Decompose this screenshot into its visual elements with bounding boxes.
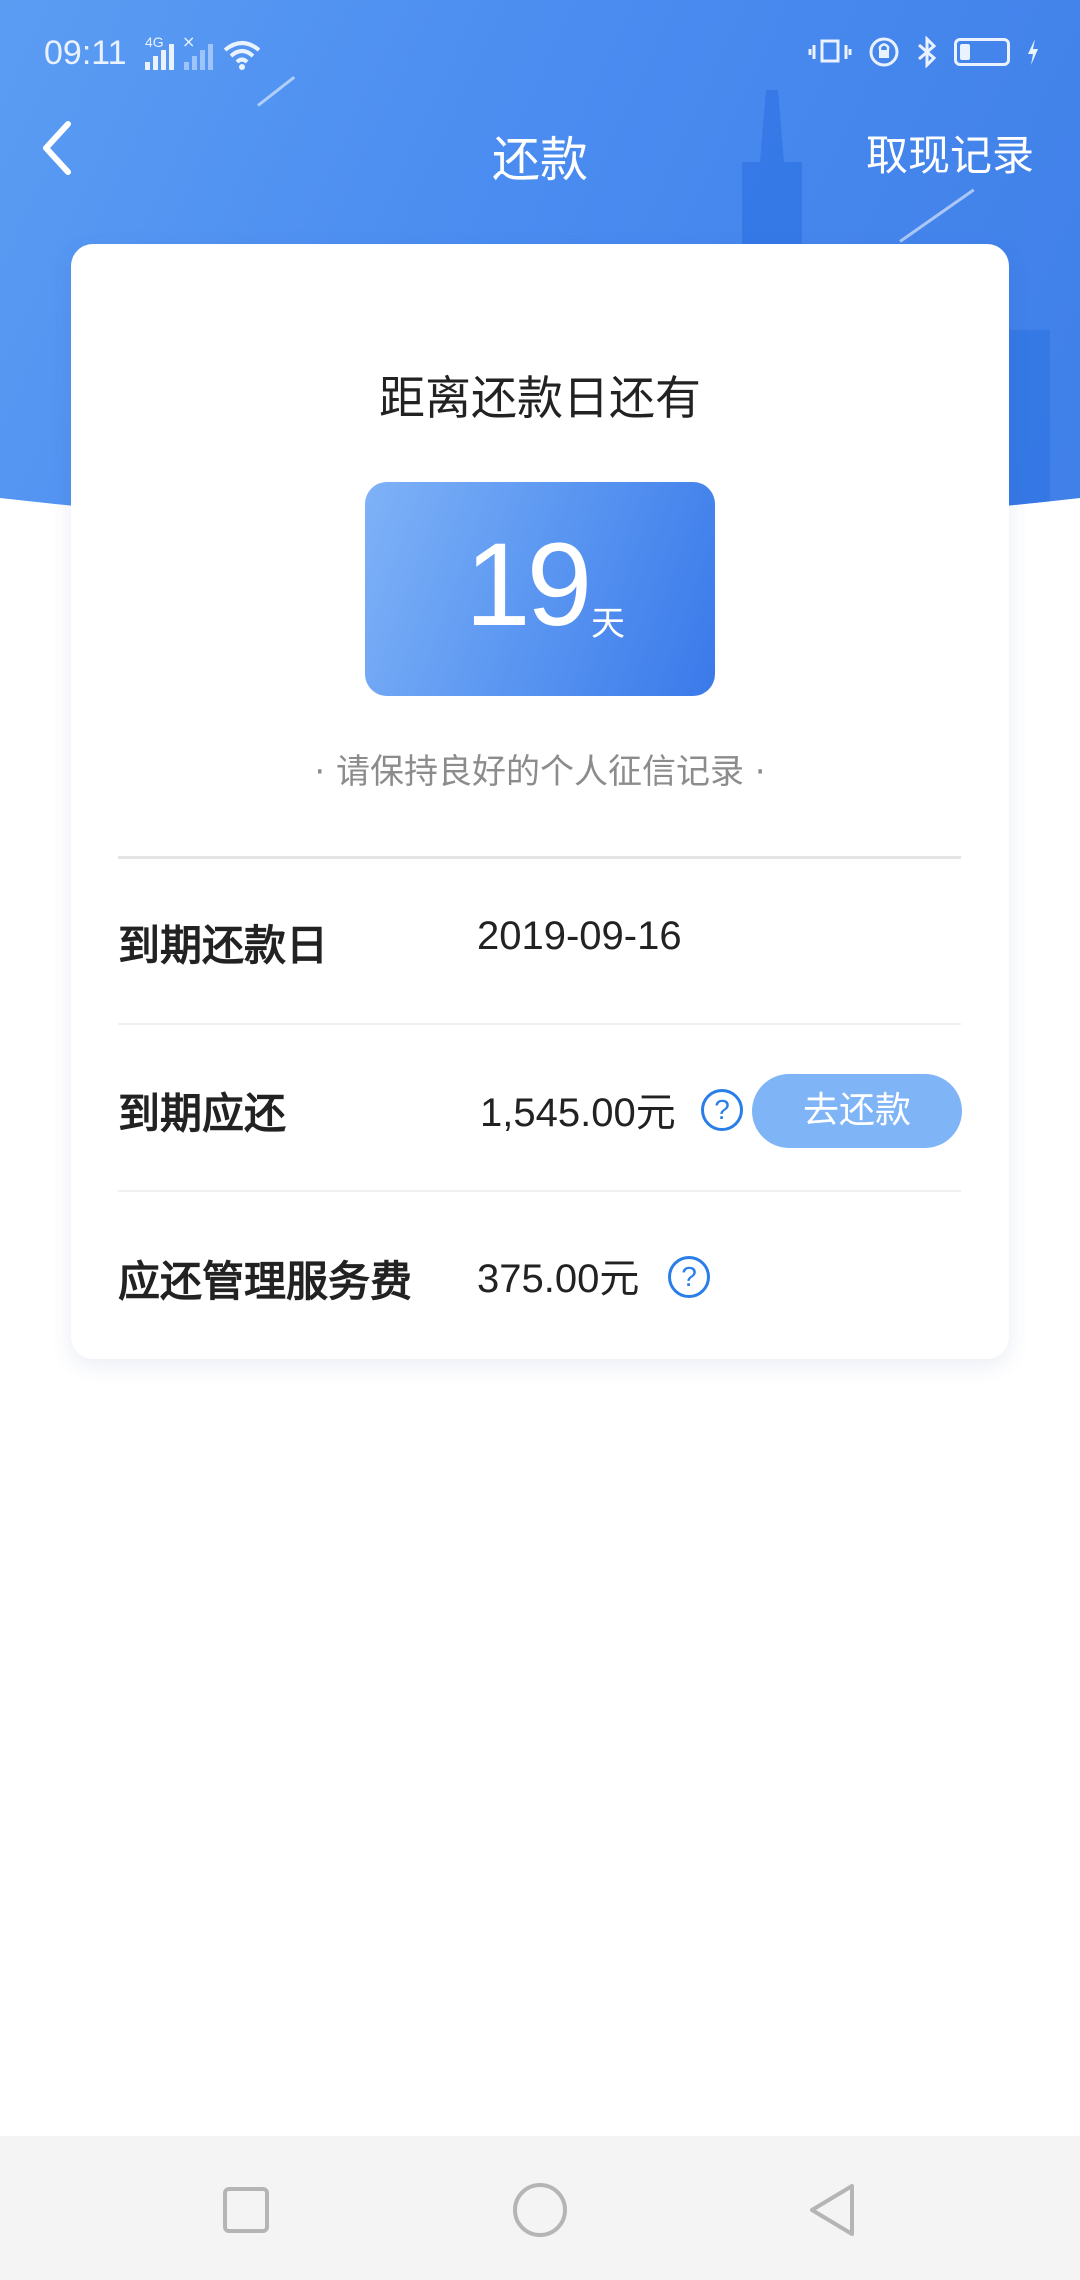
divider — [118, 856, 961, 859]
system-nav-bar — [0, 2136, 1080, 2280]
back-button[interactable] — [38, 118, 78, 178]
battery-icon — [954, 38, 1010, 66]
back-arrow-icon — [43, 121, 71, 175]
due-date-value: 2019-09-16 — [477, 914, 682, 958]
amount-due-label: 到期应还 — [118, 1089, 287, 1138]
home-button[interactable] — [510, 2180, 570, 2240]
days-remaining-box: 19 天 — [365, 482, 715, 696]
credit-hint: · 请保持良好的个人征信记录 · — [314, 752, 766, 792]
triangle-nav-icon — [810, 2184, 854, 2236]
help-icon[interactable]: ? — [701, 1089, 743, 1131]
amount-due-value: 1,545.00元 — [480, 1091, 676, 1135]
status-icons-right — [808, 34, 1040, 70]
vibrate-icon — [808, 37, 852, 67]
status-icons-left: 4G × — [145, 32, 261, 70]
signal-icon: 4G — [145, 34, 174, 70]
network-type-label: 4G — [145, 34, 164, 50]
header-tower-decoration — [742, 90, 802, 270]
status-time: 09:11 — [44, 34, 127, 72]
recents-button[interactable] — [216, 2180, 276, 2240]
service-fee-value: 375.00元 — [477, 1257, 640, 1301]
withdrawal-history-link[interactable]: 取现记录 — [866, 122, 1034, 183]
repayment-card: 距离还款日还有 19 天 · 请保持良好的个人征信记录 · 到期还款日 2019… — [71, 244, 1009, 1359]
status-bar: 09:11 4G × — [0, 0, 1080, 84]
due-date-label: 到期还款日 — [118, 921, 329, 970]
circle-nav-icon — [513, 2183, 567, 2237]
divider — [118, 1190, 961, 1192]
repay-button[interactable]: 去还款 — [752, 1074, 962, 1148]
signal-icon: × — [182, 32, 213, 70]
divider — [118, 1023, 961, 1025]
days-unit: 天 — [591, 604, 625, 644]
header-streak — [899, 189, 974, 243]
bluetooth-icon — [916, 36, 938, 68]
wifi-icon — [223, 40, 261, 70]
square-nav-icon — [223, 2187, 269, 2233]
no-signal-mark: × — [182, 32, 196, 51]
help-icon[interactable]: ? — [668, 1256, 710, 1298]
service-fee-label: 应还管理服务费 — [118, 1257, 413, 1306]
days-remaining-number: 19 — [465, 519, 592, 651]
back-nav-button[interactable] — [804, 2180, 864, 2240]
rotation-lock-icon — [868, 36, 900, 68]
countdown-label: 距离还款日还有 — [379, 371, 701, 425]
charging-icon — [1026, 38, 1040, 66]
